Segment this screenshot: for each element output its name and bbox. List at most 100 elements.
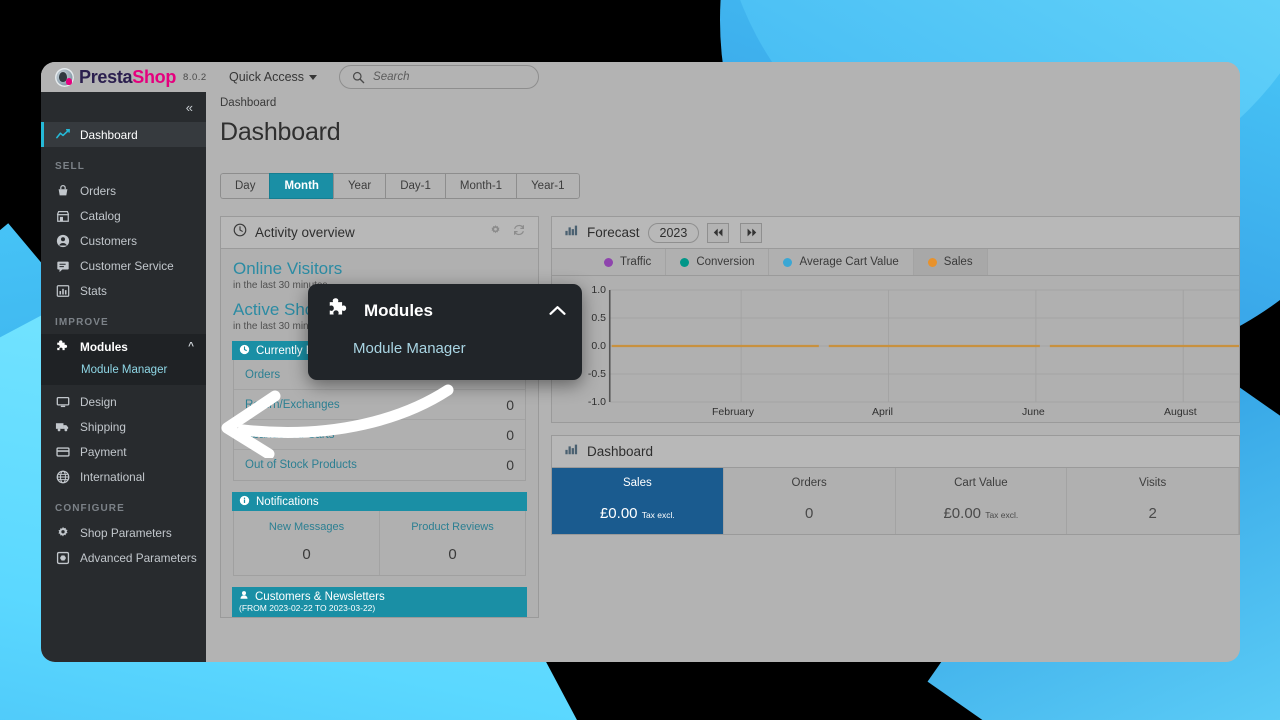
legend-label: Conversion: [696, 256, 755, 268]
sidebar-item-module-manager[interactable]: Module Manager: [41, 359, 206, 381]
notifications-grid: New Messages 0 Product Reviews 0: [233, 511, 526, 576]
filter-day-1[interactable]: Day-1: [385, 173, 445, 199]
sidebar-item-label: Dashboard: [80, 127, 138, 142]
legend-item-average-cart-value[interactable]: Average Cart Value: [769, 249, 914, 275]
bar-chart-icon: [564, 442, 579, 461]
sidebar-item-design[interactable]: Design: [41, 389, 206, 414]
legend-label: Sales: [943, 256, 973, 268]
dashboard-kpi-header: Dashboard: [552, 436, 1239, 468]
prestashop-logo-text: PrestaShop: [79, 67, 176, 88]
chat-icon: [55, 258, 70, 273]
globe-icon: [55, 469, 70, 484]
kpi-label: Cart Value: [954, 477, 1008, 489]
refresh-icon[interactable]: [512, 223, 526, 242]
y-tick-label: 1.0: [591, 284, 606, 296]
notification-cell: Product Reviews 0: [379, 511, 525, 575]
bar-chart-icon: [55, 283, 70, 298]
dashboard-panels: Activity overview Online Visitors in the…: [206, 199, 1240, 618]
sidebar-item-advanced-parameters[interactable]: Advanced Parameters: [41, 545, 206, 570]
sidebar-item-customer-service[interactable]: Customer Service: [41, 253, 206, 278]
notification-value: 0: [448, 546, 457, 563]
quick-access-label: Quick Access: [229, 70, 305, 84]
online-visitors-title[interactable]: Online Visitors: [233, 259, 526, 279]
bar-chart-icon: [564, 223, 579, 242]
settings-box-icon: [55, 550, 70, 565]
kpi-visits[interactable]: Visits 2: [1067, 468, 1239, 534]
forecast-year-selector[interactable]: 2023: [647, 222, 700, 243]
sidebar-item-shop-parameters[interactable]: Shop Parameters: [41, 520, 206, 545]
activity-overview-header: Activity overview: [221, 217, 538, 249]
kpi-sales[interactable]: Sales £0.00 Tax excl.: [552, 468, 724, 534]
sidebar-item-dashboard[interactable]: Dashboard: [41, 122, 206, 147]
activity-overview-actions: [489, 223, 526, 242]
sidebar-collapse-row: «: [41, 92, 206, 122]
sidebar-item-international[interactable]: International: [41, 464, 206, 489]
x-tick-label: August: [1164, 406, 1197, 418]
search-input[interactable]: Search: [339, 65, 540, 89]
kpi-value: £0.00 Tax excl.: [552, 505, 723, 522]
store-icon: [55, 208, 70, 223]
kpi-cart-value[interactable]: Cart Value £0.00 Tax excl.: [896, 468, 1068, 534]
sidebar-item-label: International: [80, 469, 145, 484]
sidebar-item-customers[interactable]: Customers: [41, 228, 206, 253]
pending-row-label[interactable]: Return/Exchanges: [245, 399, 340, 411]
sidebar-item-payment[interactable]: Payment: [41, 439, 206, 464]
forecast-title: Forecast: [587, 225, 640, 240]
period-filter-row: Day Month Year Day-1 Month-1 Year-1: [206, 147, 1240, 199]
gear-icon[interactable]: [489, 224, 502, 242]
notifications-label: Notifications: [256, 495, 319, 508]
sidebar-item-shipping[interactable]: Shipping: [41, 414, 206, 439]
user-circle-icon: [55, 233, 70, 248]
forecast-prev-button[interactable]: [707, 222, 730, 243]
forecast-chart-svg: [608, 289, 1239, 403]
pending-row-value: 0: [506, 457, 514, 473]
forecast-card: Forecast 2023 Traffic Conversion Average…: [551, 216, 1240, 423]
modules-popup[interactable]: Modules Module Manager: [308, 284, 582, 380]
filter-month-1[interactable]: Month-1: [444, 173, 517, 199]
sidebar-item-orders[interactable]: Orders: [41, 178, 206, 203]
search-placeholder-text: Search: [373, 71, 410, 83]
pending-row-label[interactable]: Out of Stock Products: [245, 459, 357, 471]
kpi-label: Sales: [622, 477, 652, 489]
sidebar-item-label: Payment: [80, 444, 127, 459]
sidebar-item-label: Shipping: [80, 419, 126, 434]
prestashop-logo[interactable]: PrestaShop 8.0.2: [55, 67, 220, 88]
app-body: « Dashboard SELL Orders Catalog Customer…: [41, 92, 1240, 662]
filter-day[interactable]: Day: [220, 173, 270, 199]
sidebar-item-label: Stats: [80, 283, 107, 298]
notification-label[interactable]: New Messages: [234, 521, 379, 533]
customers-newsletters-header: Customers & Newsletters (FROM 2023-02-22…: [232, 587, 527, 617]
quick-access-menu[interactable]: Quick Access: [229, 70, 318, 84]
puzzle-piece-icon: [326, 296, 351, 326]
prestashop-logo-icon: [55, 67, 74, 87]
kpi-label: Visits: [1138, 477, 1167, 489]
sidebar-item-stats[interactable]: Stats: [41, 278, 206, 303]
chevron-up-icon[interactable]: [549, 304, 566, 319]
breadcrumb: Dashboard: [220, 97, 277, 109]
sidebar-item-catalog[interactable]: Catalog: [41, 203, 206, 228]
kpi-orders[interactable]: Orders 0: [724, 468, 896, 534]
legend-item-sales[interactable]: Sales: [913, 249, 988, 275]
sidebar-item-modules[interactable]: Modules ^: [41, 334, 206, 359]
legend-label: Traffic: [620, 256, 652, 268]
y-tick-label: 0.5: [591, 312, 606, 324]
pending-row-label[interactable]: Orders: [245, 369, 280, 381]
notification-label[interactable]: Product Reviews: [380, 521, 525, 533]
legend-item-conversion[interactable]: Conversion: [666, 249, 770, 275]
x-tick-label: June: [1022, 406, 1045, 418]
forecast-chart: 1.0 0.5 0.0 -0.5 -1.0 February April Jun…: [552, 276, 1239, 422]
activity-overview-title: Activity overview: [255, 225, 355, 240]
filter-month[interactable]: Month: [269, 173, 333, 199]
legend-item-traffic[interactable]: Traffic: [590, 249, 667, 275]
filter-year[interactable]: Year: [332, 173, 386, 199]
browser-window: PrestaShop 8.0.2 Quick Access Search « D…: [41, 62, 1240, 662]
kpi-suffix: Tax excl.: [641, 510, 675, 520]
modules-popup-module-manager-link[interactable]: Module Manager: [308, 326, 582, 357]
sidebar-section-improve: IMPROVE: [55, 317, 109, 328]
kpi-amount: 2: [1148, 505, 1157, 522]
chart-line-icon: [55, 127, 70, 142]
filter-year-1[interactable]: Year-1: [516, 173, 580, 199]
collapse-chevrons-left-icon[interactable]: «: [186, 101, 193, 114]
pending-row-label[interactable]: Abandoned Carts: [245, 429, 335, 441]
forecast-next-button[interactable]: [740, 222, 763, 243]
